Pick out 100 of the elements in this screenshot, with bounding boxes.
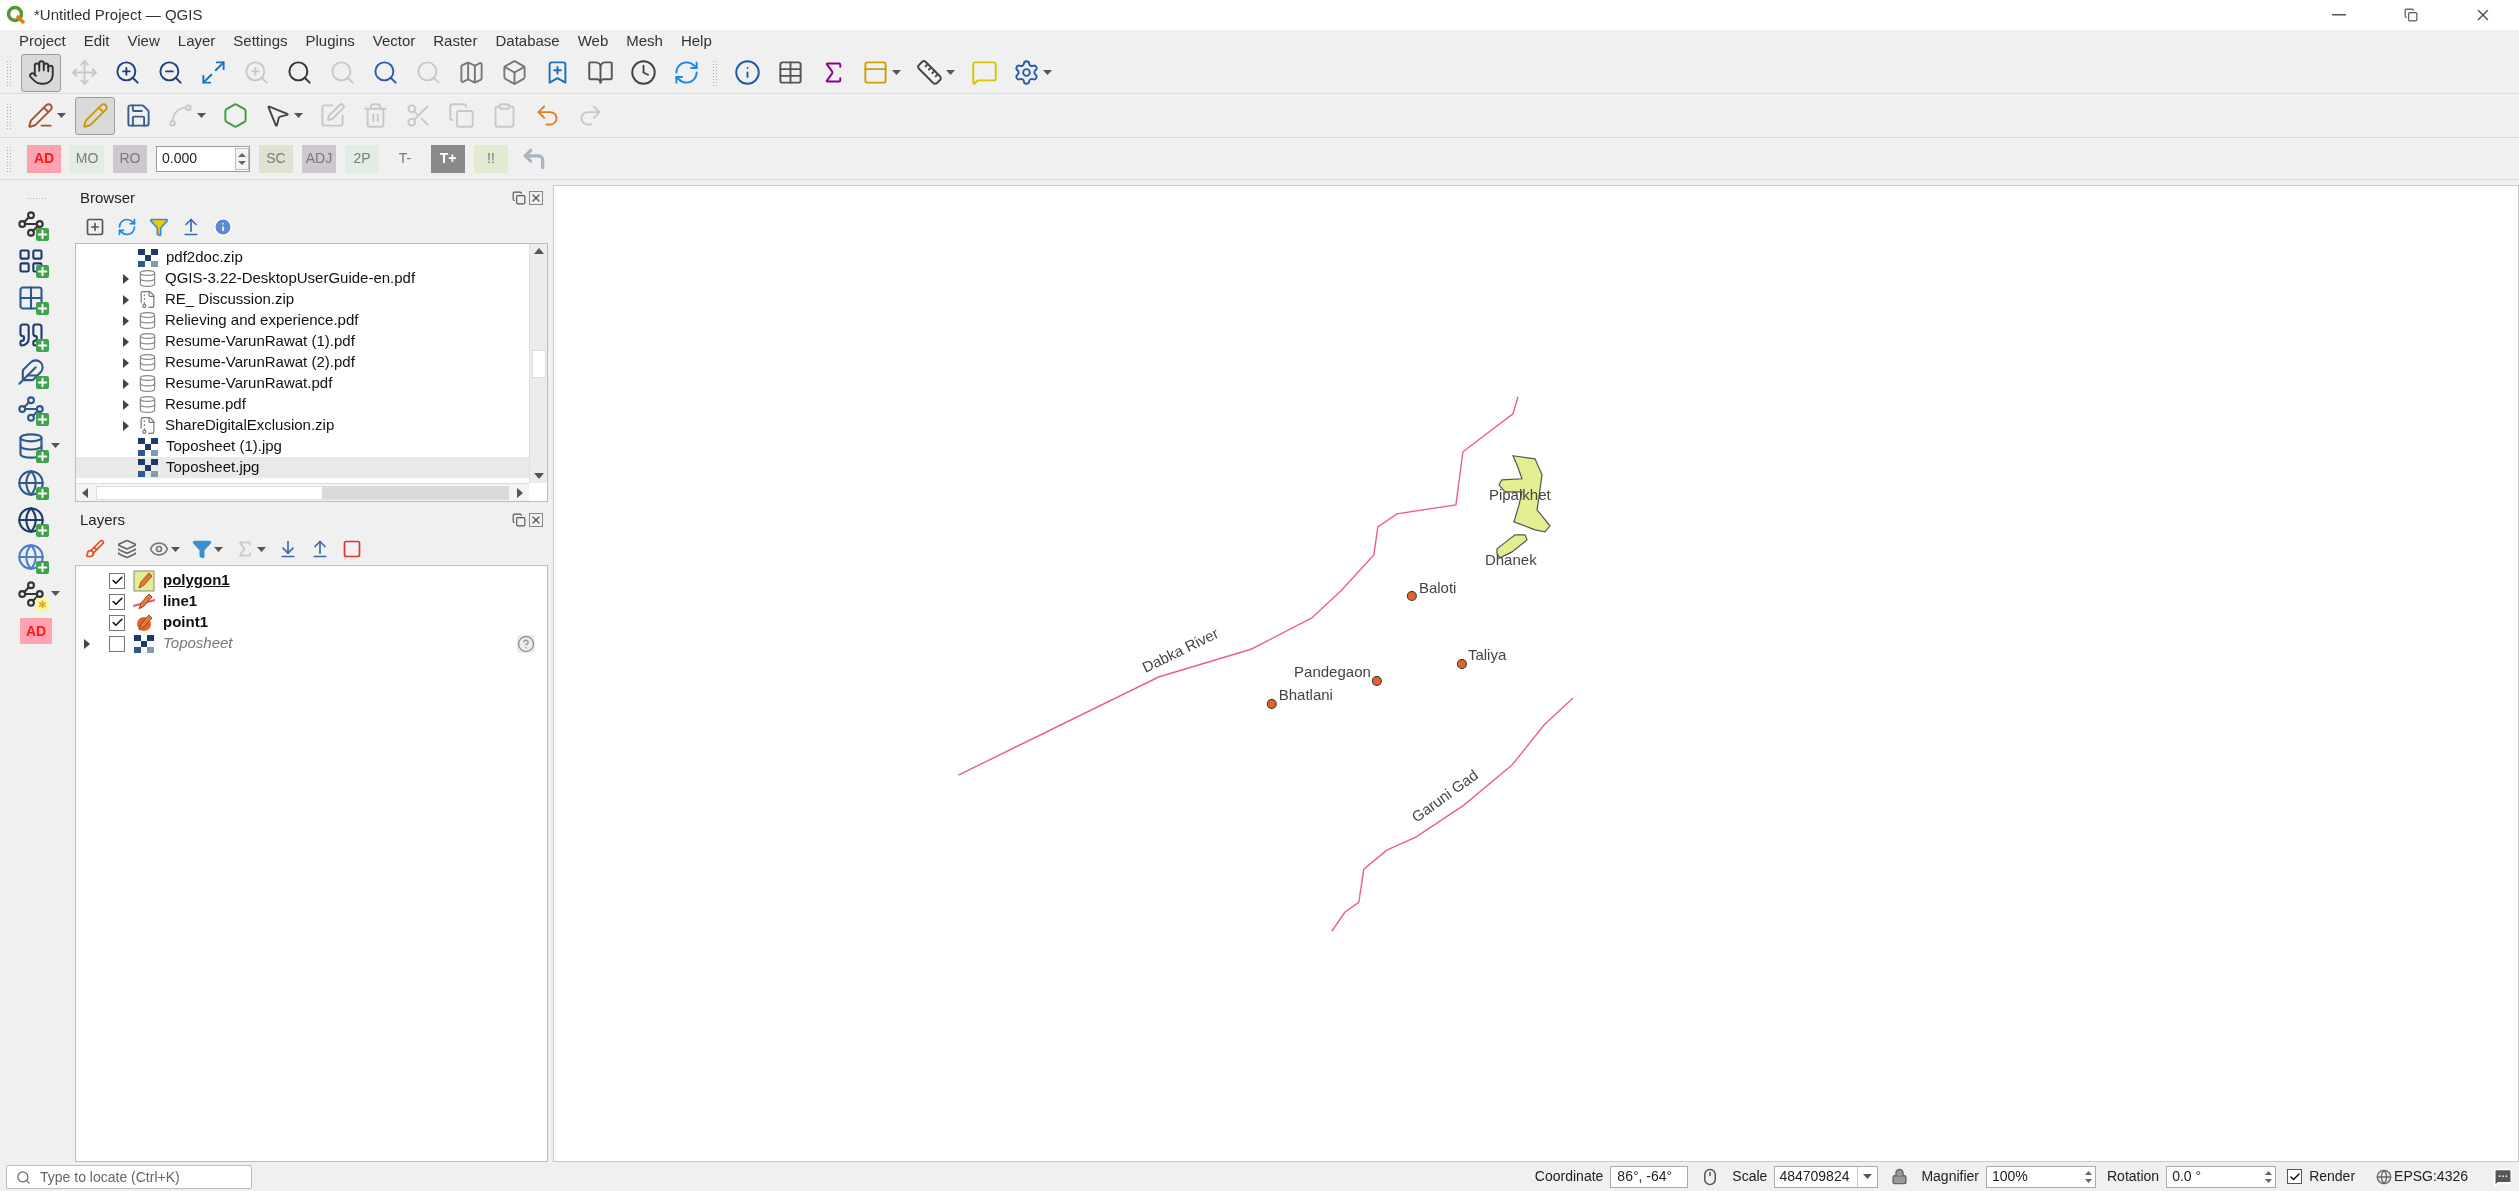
close-icon[interactable] (529, 513, 543, 527)
caret-icon (197, 113, 206, 118)
expand-arrow-icon[interactable] (122, 378, 130, 389)
expand-arrow-icon[interactable] (122, 357, 130, 368)
rotation-spin-field[interactable]: 0.0 ° (2166, 1165, 2277, 1188)
distance-spin-field[interactable]: 0.000 (156, 145, 250, 172)
menu-item[interactable]: Edit (74, 29, 119, 53)
menu-item[interactable]: Help (671, 29, 721, 53)
village-point (1266, 699, 1277, 710)
browser-item[interactable]: Resume.pdf (76, 394, 529, 415)
expand-arrow-icon[interactable] (122, 315, 130, 326)
scroll-left-arrow-icon[interactable] (82, 487, 88, 498)
magnifier-spin-field[interactable]: 100% (1986, 1165, 2096, 1188)
menu-item[interactable]: Raster (424, 29, 487, 53)
expand-arrow-icon[interactable] (122, 294, 130, 305)
globe-icon (16, 468, 45, 497)
panel-icon (862, 59, 889, 86)
vertical-scrollbar[interactable] (529, 244, 547, 483)
layer-name[interactable]: point1 (163, 611, 208, 634)
expand-arrow-icon[interactable] (122, 336, 130, 347)
scroll-up-arrow-icon[interactable] (533, 248, 544, 254)
menu-item[interactable]: Mesh (617, 29, 672, 53)
help-indicator-icon[interactable] (517, 634, 535, 653)
filter-icon[interactable] (149, 217, 169, 237)
menu-item[interactable]: Plugins (296, 29, 364, 53)
browser-item[interactable]: Toposheet (1).jpg (76, 436, 529, 457)
expand-arrow-icon[interactable] (122, 420, 130, 431)
vector-icon (16, 209, 45, 238)
info-icon (733, 59, 761, 86)
browser-item[interactable]: ShareDigitalExclusion.zip (76, 415, 529, 436)
village-label: Bhatlani (1278, 686, 1333, 704)
menu-item[interactable]: Vector (363, 29, 425, 53)
coordinate-field[interactable]: 86°, -64° (1610, 1165, 1689, 1188)
lock-icon[interactable] (1891, 1168, 1909, 1185)
scroll-down-arrow-icon[interactable] (533, 473, 544, 479)
line-icon (167, 102, 194, 129)
refresh-icon[interactable] (117, 217, 137, 237)
expand-all-icon[interactable] (278, 539, 298, 559)
scroll-right-arrow-icon[interactable] (517, 487, 523, 498)
expand-arrow-icon[interactable] (122, 273, 130, 284)
close-icon[interactable] (529, 191, 543, 205)
crs-button[interactable]: EPSG:4326 (2376, 1166, 2468, 1187)
filter-icon[interactable] (192, 539, 212, 559)
layer-checkbox[interactable] (109, 593, 125, 610)
magnifier-icon (242, 59, 270, 86)
clock-icon (629, 59, 657, 86)
layers-icon[interactable] (117, 539, 137, 559)
horizontal-scrollbar[interactable] (76, 483, 529, 501)
info-icon[interactable] (213, 217, 233, 237)
toggle-edit-button[interactable] (75, 96, 115, 135)
scrollbar-thumb[interactable] (531, 349, 546, 378)
menu-item[interactable]: Database (486, 29, 569, 53)
remove-layer-icon[interactable] (342, 539, 362, 559)
database-icon (138, 395, 157, 414)
menu-item[interactable]: Settings (224, 29, 297, 53)
cube-icon (500, 59, 528, 86)
browser-item[interactable]: Resume-VarunRawat (2).pdf (76, 352, 529, 373)
browser-item[interactable]: Resume-VarunRawat.pdf (76, 373, 529, 394)
globe-icon (16, 542, 45, 571)
collapse-all-icon[interactable] (310, 539, 330, 559)
raster-file-icon (138, 458, 158, 477)
expand-arrow-icon[interactable] (83, 638, 91, 649)
caret-icon (257, 546, 266, 552)
expand-arrow-icon[interactable] (122, 399, 130, 410)
layer-name[interactable]: line1 (163, 590, 198, 613)
menu-item[interactable]: Web (568, 29, 618, 53)
speech-bubble-icon (970, 59, 998, 86)
eye-icon[interactable] (149, 539, 169, 559)
restore-icon (2404, 8, 2418, 22)
layer-checkbox[interactable] (109, 614, 125, 631)
float-panel-icon[interactable] (512, 513, 526, 527)
render-checkbox[interactable] (2287, 1169, 2303, 1184)
save-icon (124, 102, 152, 129)
layer-name[interactable]: Toposheet (163, 632, 233, 655)
browser-item[interactable]: Resume-VarunRawat (1).pdf (76, 331, 529, 352)
browser-item[interactable]: RE_ Discussion.zip (76, 289, 529, 310)
messages-icon[interactable] (2493, 1166, 2513, 1187)
pan-button[interactable] (21, 53, 61, 92)
menu-item[interactable]: View (118, 29, 169, 53)
village-label: Taliya (1467, 646, 1507, 663)
spin-arrows-icon[interactable] (235, 147, 249, 170)
browser-item[interactable]: Relieving and experience.pdf (76, 310, 529, 331)
float-panel-icon[interactable] (512, 191, 526, 205)
layer-name[interactable]: polygon1 (163, 569, 230, 592)
browser-item[interactable]: pdf2doc.zip (76, 247, 529, 268)
scale-combo-box[interactable]: 484709824 (1774, 1165, 1879, 1188)
caret-icon (946, 70, 955, 75)
layer-checkbox[interactable] (109, 572, 125, 589)
locate-search-field[interactable]: Type to locate (Ctrl+K) (6, 1164, 252, 1189)
add-icon[interactable] (85, 217, 105, 237)
menu-item[interactable]: Project (10, 29, 75, 53)
layer-checkbox[interactable] (109, 635, 125, 652)
vector-icon (16, 579, 45, 608)
brush-icon[interactable] (85, 539, 105, 559)
caret-icon (50, 443, 60, 448)
menu-item[interactable]: Layer (168, 29, 225, 53)
copy-icon (447, 102, 475, 129)
browser-item[interactable]: Toposheet.jpg (76, 457, 529, 478)
browser-item[interactable]: QGIS-3.22-DesktopUserGuide-en.pdf (76, 268, 529, 289)
collapse-icon[interactable] (181, 217, 201, 237)
